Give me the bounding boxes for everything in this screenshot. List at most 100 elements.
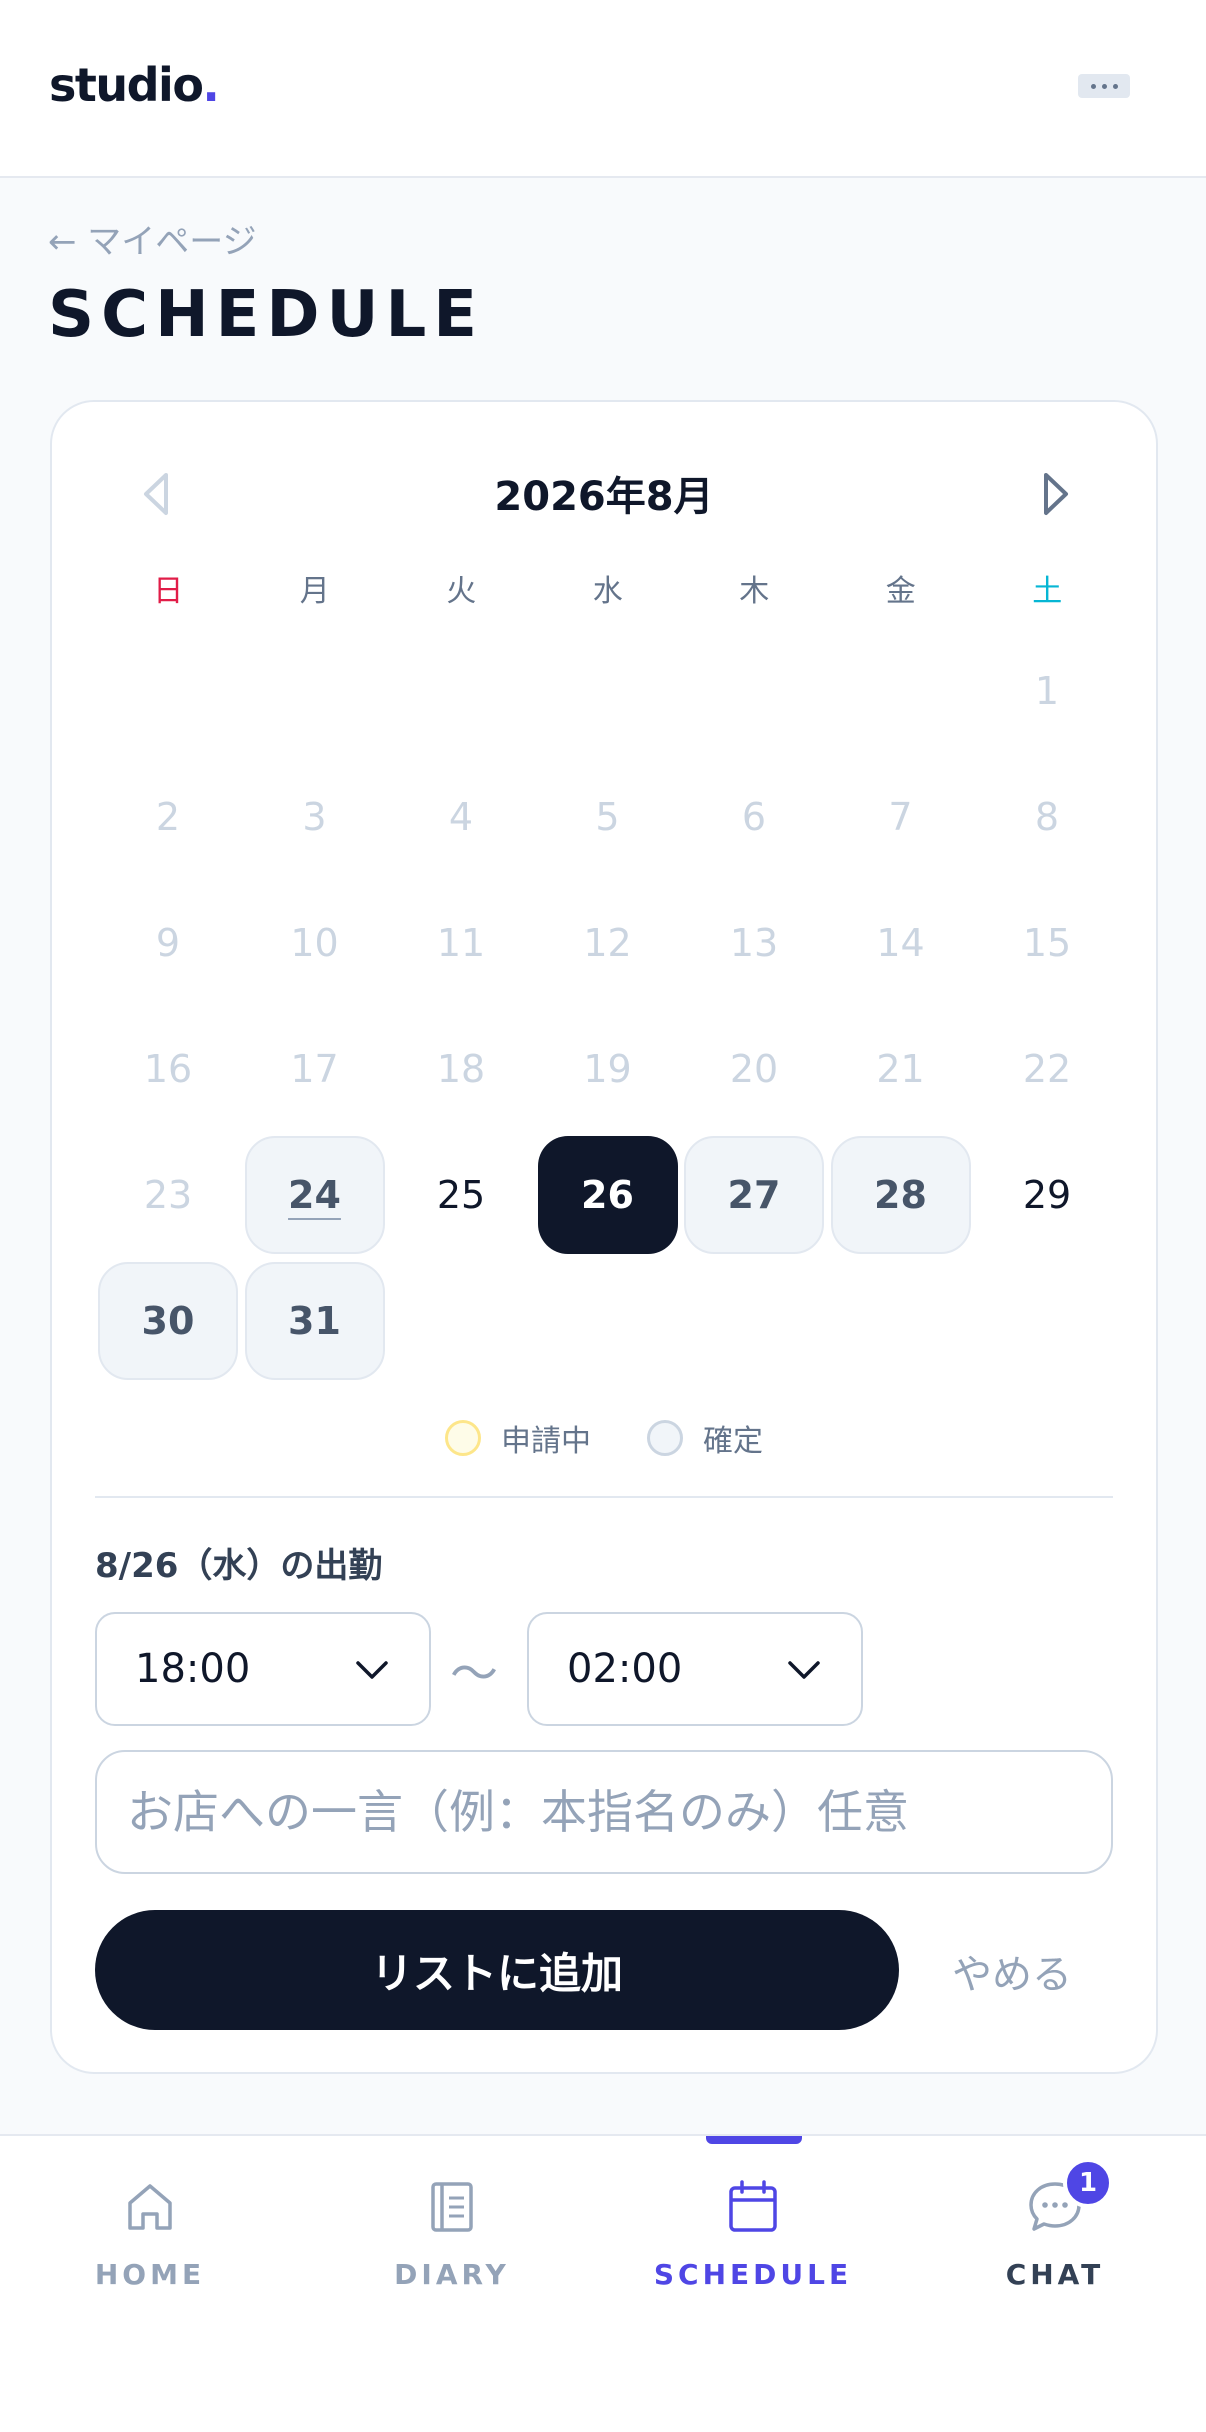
nav-schedule[interactable]: SCHEDULE	[603, 2176, 903, 2326]
weekday-sun: 日	[153, 574, 184, 609]
calendar-day: 4	[391, 758, 531, 876]
legend-confirmed: 確定	[647, 1416, 763, 1460]
weekday-sat: 土	[1032, 574, 1063, 609]
calendar-empty-cell	[98, 632, 238, 750]
calendar-day: 17	[245, 1010, 385, 1128]
shift-date-label: 8/26（水）の出勤	[95, 1546, 383, 1586]
legend-applying-label: 申請中	[501, 1424, 591, 1459]
calendar-day-label: 8	[1034, 795, 1060, 839]
calendar-empty-cell	[831, 632, 971, 750]
end-time-select[interactable]: 02:00	[527, 1612, 863, 1726]
legend-confirmed-label: 確定	[703, 1424, 763, 1459]
calendar-day-label: 19	[583, 1047, 632, 1091]
chat-unread-badge: 1	[1063, 2158, 1113, 2208]
calendar-day: 6	[684, 758, 824, 876]
end-time-value: 02:00	[567, 1646, 683, 1692]
calendar-day[interactable]: 25	[391, 1136, 531, 1254]
divider	[95, 1496, 1113, 1498]
next-month-icon[interactable]	[1036, 469, 1076, 519]
calendar-day: 11	[391, 884, 531, 1002]
calendar-day[interactable]: 26	[537, 1136, 678, 1254]
month-title: 2026年8月	[494, 474, 714, 520]
active-tab-indicator	[706, 2136, 802, 2144]
calendar-day-label: 31	[288, 1299, 341, 1343]
app-header: studio.	[0, 0, 1206, 178]
nav-diary-label: DIARY	[394, 2258, 510, 2291]
calendar-day[interactable]: 27	[684, 1136, 824, 1254]
calendar-day-label: 29	[1022, 1173, 1072, 1217]
calendar-empty-cell	[245, 632, 385, 750]
calendar-day: 1	[977, 632, 1117, 750]
calendar-day: 9	[98, 884, 238, 1002]
cancel-button[interactable]: やめる	[952, 1942, 1072, 2000]
confirmed-dot-icon	[647, 1420, 683, 1456]
calendar-day: 7	[831, 758, 971, 876]
calendar-day[interactable]: 24	[244, 1136, 385, 1254]
chevron-down-icon	[788, 1661, 820, 1679]
calendar-day-label: 11	[436, 921, 486, 965]
calendar-day-label: 14	[876, 921, 925, 965]
start-time-select[interactable]: 18:00	[95, 1612, 431, 1726]
nav-home[interactable]: HOME	[0, 2176, 300, 2326]
calendar-day-label: 21	[876, 1047, 925, 1091]
calendar-empty-cell	[538, 632, 678, 750]
calendar-day-label: 28	[874, 1173, 927, 1217]
calendar-day-label: 26	[581, 1173, 634, 1217]
calendar-empty-cell	[391, 632, 531, 750]
calendar-day-label: 15	[1022, 921, 1072, 965]
calendar-day-label: 10	[290, 921, 339, 965]
nav-diary[interactable]: DIARY	[302, 2176, 602, 2326]
calendar-day-label: 17	[290, 1047, 339, 1091]
calendar-day-label: 24	[288, 1173, 341, 1217]
calendar-day-label: 5	[595, 795, 620, 839]
start-time-value: 18:00	[135, 1646, 251, 1692]
nav-schedule-label: SCHEDULE	[653, 2258, 853, 2291]
back-to-mypage-link[interactable]: ← マイページ	[48, 214, 257, 263]
calendar-day-label: 16	[143, 1047, 193, 1091]
add-to-list-button[interactable]: リストに追加	[95, 1910, 899, 2030]
calendar-day-label: 4	[448, 795, 474, 839]
logo[interactable]: studio.	[49, 58, 220, 112]
calendar-day[interactable]: 29	[977, 1136, 1117, 1254]
calendar-day[interactable]: 31	[244, 1262, 385, 1380]
calendar-empty-cell	[684, 632, 824, 750]
calendar-day: 20	[684, 1010, 824, 1128]
calendar-day-label: 18	[436, 1047, 486, 1091]
calendar-day-label: 22	[1022, 1047, 1072, 1091]
weekday-header: 日 月 火 水 木 金 土	[95, 566, 1062, 609]
time-separator: 〜	[450, 1646, 499, 1702]
more-horizontal-icon[interactable]	[1078, 74, 1130, 98]
calendar-day: 15	[977, 884, 1117, 1002]
calendar-day-label: 3	[302, 795, 327, 839]
calendar-day-label: 7	[888, 795, 913, 839]
calendar-day: 2	[98, 758, 238, 876]
calendar-day-label: 12	[583, 921, 632, 965]
calendar-day-label: 23	[143, 1173, 193, 1217]
chevron-down-icon	[356, 1661, 388, 1679]
calendar-day-label: 6	[741, 795, 767, 839]
calendar-day: 10	[245, 884, 385, 1002]
calendar-icon	[729, 2180, 777, 2232]
calendar-day[interactable]: 28	[830, 1136, 971, 1254]
calendar-day[interactable]: 30	[98, 1262, 238, 1380]
calendar-day: 19	[538, 1010, 678, 1128]
diary-icon	[431, 2182, 473, 2232]
calendar-day-label: 27	[727, 1173, 781, 1217]
calendar-day: 13	[684, 884, 824, 1002]
page-title: SCHEDULE	[48, 278, 484, 352]
calendar-day: 22	[977, 1010, 1117, 1128]
calendar-day: 16	[98, 1010, 238, 1128]
calendar-day-label: 25	[436, 1173, 486, 1217]
calendar-day-label: 30	[141, 1299, 195, 1343]
note-input[interactable]	[95, 1750, 1113, 1874]
nav-chat-label: CHAT	[1005, 2258, 1105, 2291]
calendar-day: 21	[831, 1010, 971, 1128]
logo-text: studio	[49, 58, 204, 112]
bottom-nav: HOME DIARY SCHEDULE CHAT	[0, 2134, 1206, 2432]
nav-chat[interactable]: CHAT	[905, 2176, 1205, 2326]
nav-home-label: HOME	[94, 2258, 206, 2291]
weekday-mon: 月	[299, 574, 330, 609]
legend: 申請中 確定	[52, 1416, 1156, 1460]
applying-dot-icon	[445, 1420, 481, 1456]
calendar-day-label: 20	[729, 1047, 779, 1091]
